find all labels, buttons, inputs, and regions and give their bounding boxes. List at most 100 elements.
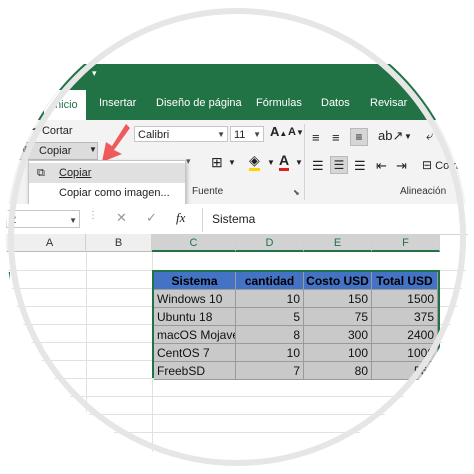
align-center-icon[interactable]: ☰ <box>330 156 348 174</box>
tab-formulas[interactable]: Fórmulas <box>256 97 302 109</box>
font-name-select[interactable]: Calibri ▼ <box>134 126 228 142</box>
wrap-text-icon[interactable]: ⤶ <box>426 128 433 144</box>
fill-color-icon[interactable]: ◈ <box>249 152 260 171</box>
orientation-caret-icon[interactable]: ▼ <box>404 132 412 141</box>
font-size-caret-icon: ▼ <box>253 130 261 139</box>
table-cell[interactable]: 2400 <box>372 326 438 344</box>
ribbon-separator <box>304 124 305 200</box>
shrink-font-icon[interactable]: A▼ <box>288 126 304 138</box>
col-header-f[interactable]: F <box>372 234 440 252</box>
orientation-icon[interactable]: ab↗ <box>378 128 403 144</box>
table-cell[interactable]: 5 <box>236 308 304 326</box>
title-bar <box>6 64 468 90</box>
cut-button[interactable]: ✂ Cortar <box>28 122 73 138</box>
copy-icon: ⧉ <box>23 144 31 156</box>
decrease-indent-icon[interactable]: ⇤ <box>376 158 387 174</box>
table-header-cell[interactable]: Sistema <box>154 272 236 290</box>
table-cell[interactable]: macOS Mojave <box>154 326 236 344</box>
formula-input[interactable]: Sistema <box>212 212 255 226</box>
scissors-icon: ✂ <box>28 122 39 137</box>
table-cell[interactable]: 100 <box>304 344 372 362</box>
table-cell[interactable]: 75 <box>304 308 372 326</box>
font-color-icon[interactable]: A <box>279 152 290 171</box>
copy-dropdown-icon[interactable]: ▼ <box>89 145 97 154</box>
table-cell[interactable]: 375 <box>372 308 438 326</box>
menu-item-copiar-como-imagen[interactable]: Copiar como imagen... <box>29 183 185 203</box>
table-cell[interactable]: FreebSD <box>154 362 236 380</box>
table-cell[interactable]: Ubuntu 18 <box>154 308 236 326</box>
align-left-icon[interactable]: ☰ <box>312 158 324 174</box>
select-all-corner[interactable] <box>6 234 14 252</box>
align-top-icon[interactable]: ≡ <box>312 130 320 145</box>
align-bottom-icon[interactable]: ≡ <box>350 128 368 146</box>
merge-label: Com <box>435 160 459 172</box>
name-box-value: 2 <box>10 214 17 226</box>
table-cell[interactable]: 10 <box>236 344 304 362</box>
table-cell[interactable]: 10 <box>236 290 304 308</box>
enter-check-icon[interactable]: ✓ <box>146 210 157 226</box>
merge-center-button[interactable]: ⊟ Com <box>422 158 458 172</box>
font-color-caret-icon[interactable]: ▼ <box>295 158 303 167</box>
tab-insertar[interactable]: Insertar <box>99 97 136 109</box>
copy-dropdown-menu: ⧉ Copiar Copiar como imagen... <box>28 160 186 206</box>
font-dialog-launcher-icon[interactable]: ⬊ <box>293 188 300 197</box>
gridline <box>6 396 468 397</box>
table-cell[interactable]: 560 <box>372 362 438 380</box>
alignment-group-label: Alineación <box>400 186 447 197</box>
table-cell[interactable]: 1000 <box>372 344 438 362</box>
cancel-icon[interactable]: ✕ <box>116 210 127 226</box>
table-cell[interactable]: Windows 10 <box>154 290 236 308</box>
grow-font-icon[interactable]: A▲ <box>270 124 287 139</box>
fill-color-caret-icon[interactable]: ▼ <box>267 158 275 167</box>
col-header-a[interactable]: A <box>14 234 86 252</box>
menu-item-copiar[interactable]: ⧉ Copiar <box>29 163 185 183</box>
table-cell[interactable]: 7 <box>236 362 304 380</box>
table-cell[interactable]: 1500 <box>372 290 438 308</box>
tab-inicio[interactable]: Inicio <box>44 90 86 120</box>
font-size-value: 11 <box>234 129 246 141</box>
font-group-label: Fuente <box>192 186 224 197</box>
zoom-circle: ▾ Inicio Insertar Diseño de página Fórmu… <box>6 6 468 468</box>
tab-datos[interactable]: Datos <box>321 97 350 109</box>
menu-item-copiar-label: Copiar <box>59 167 92 179</box>
name-box[interactable]: 2 ▼ <box>6 210 80 228</box>
increase-indent-icon[interactable]: ⇥ <box>396 158 407 174</box>
formula-separator <box>202 208 203 232</box>
table-cell[interactable]: CentOS 7 <box>154 344 236 362</box>
table-cell[interactable]: 300 <box>304 326 372 344</box>
underline-dropdown-icon[interactable]: ▾ <box>186 156 191 167</box>
table-cell[interactable]: 150 <box>304 290 372 308</box>
align-right-icon[interactable]: ☰ <box>354 158 366 174</box>
tab-revisar[interactable]: Revisar <box>370 97 407 109</box>
table-header-cell[interactable]: Costo USD <box>304 272 372 290</box>
menu-item-copiar-como-imagen-label: Copiar como imagen... <box>59 187 170 199</box>
copy-icon: ⧉ <box>37 167 45 179</box>
borders-caret-icon[interactable]: ▼ <box>228 158 236 167</box>
merge-icon: ⊟ <box>422 158 433 172</box>
insert-function-icon[interactable]: fx <box>176 210 185 226</box>
col-header-b[interactable]: B <box>86 234 152 252</box>
col-header-d[interactable]: D <box>236 234 304 252</box>
table-header-cell[interactable]: Total USD <box>372 272 438 290</box>
font-size-select[interactable]: 11 ▼ <box>230 126 264 142</box>
cut-label: Cortar <box>41 125 73 137</box>
gridline <box>6 414 468 415</box>
borders-icon[interactable]: ⊞ <box>211 154 223 171</box>
quick-access-dropdown-icon[interactable]: ▾ <box>92 68 97 79</box>
copy-label: Copiar <box>39 145 72 157</box>
table-cell[interactable]: 8 <box>236 326 304 344</box>
font-name-value: Calibri <box>138 129 170 141</box>
col-header-e[interactable]: E <box>304 234 372 252</box>
copy-button[interactable]: ⧉ Copiar ▼ <box>18 142 98 160</box>
pointer-arrow-icon <box>102 124 130 162</box>
table-cell[interactable]: 80 <box>304 362 372 380</box>
font-name-caret-icon: ▼ <box>217 130 225 139</box>
tab-diseno-pagina[interactable]: Diseño de página <box>156 97 242 109</box>
row-selection-marker <box>6 272 10 284</box>
gridline <box>6 432 468 433</box>
name-box-caret-icon: ▼ <box>69 216 77 225</box>
align-middle-icon[interactable]: ≡ <box>332 130 340 145</box>
formula-bar-handle-icon: ⋮ <box>88 210 98 221</box>
table-header-cell[interactable]: cantidad <box>236 272 304 290</box>
col-header-c[interactable]: C <box>152 234 236 252</box>
